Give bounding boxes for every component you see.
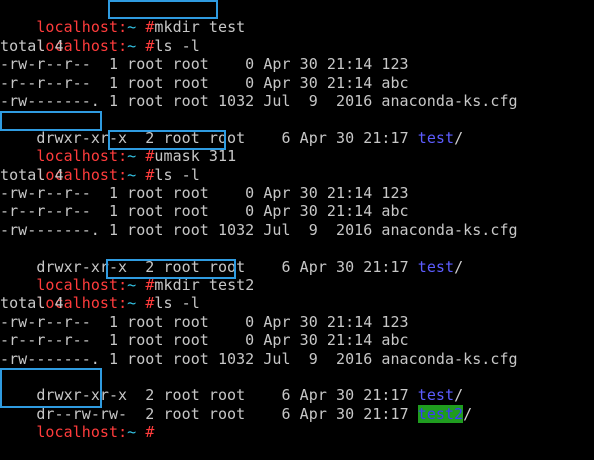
highlight-box [0, 368, 102, 408]
output-line: total 4 [0, 165, 64, 184]
prompt-separator: : [118, 165, 128, 184]
command-text: ls -l [154, 294, 200, 313]
prompt-separator: : [118, 294, 128, 313]
highlight-box [106, 259, 236, 279]
highlight-box [108, 0, 218, 19]
prompt-path: ~ [127, 165, 137, 184]
prompt-symbol: # [136, 36, 155, 55]
prompt-path: ~ [127, 294, 137, 313]
output-line: -rw-r--r-- 1 root root 0 Apr 30 21:14 12… [0, 312, 409, 331]
output-line: -rw-r--r-- 1 root root 0 Apr 30 21:14 12… [0, 184, 409, 202]
output-line: total 4 [0, 294, 64, 313]
listing-details: 2 root root 6 Apr 30 21:17 [127, 404, 418, 423]
output-line: -rw-------. 1 root root 1032 Jul 9 2016 … [0, 92, 518, 110]
command-text: ls -l [154, 165, 200, 184]
directory-slash: / [454, 257, 464, 276]
terminal-window[interactable]: localhost:~ #mkdir test localhost:~ #ls … [0, 0, 594, 441]
prompt-separator: : [118, 36, 128, 55]
prompt-separator: : [118, 423, 128, 442]
directory-slash: / [454, 128, 464, 147]
output-line: total 4 [0, 36, 64, 55]
prompt-symbol: # [136, 423, 155, 442]
highlight-box [0, 111, 102, 131]
output-line: -rw-------. 1 root root 1032 Jul 9 2016 … [0, 220, 518, 239]
directory-name: test2 [417, 404, 464, 423]
output-line: -r--r--r-- 1 root root 0 Apr 30 21:14 ab… [0, 331, 409, 350]
output-line: -r--r--r-- 1 root root 0 Apr 30 21:14 ab… [0, 73, 409, 92]
output-line: -rw-------. 1 root root 1032 Jul 9 2016 … [0, 349, 518, 368]
directory-name: test [417, 128, 455, 147]
prompt-symbol: # [136, 294, 155, 313]
directory-slash: / [463, 404, 473, 423]
highlight-box [108, 130, 226, 150]
directory-name: test [417, 257, 455, 276]
command-text: ls -l [154, 36, 200, 55]
output-line: -r--r--r-- 1 root root 0 Apr 30 21:14 ab… [0, 202, 409, 221]
output-line: -rw-r--r-- 1 root root 0 Apr 30 21:14 12… [0, 55, 409, 74]
output-line: drwxr-xr-x 2 root root 6 Apr 30 21:17 te… [0, 239, 463, 276]
prompt-path: ~ [127, 423, 137, 442]
prompt-host: localhost [36, 423, 119, 442]
prompt-path: ~ [127, 36, 137, 55]
prompt-line: localhost:~ #ls -l [0, 18, 200, 55]
prompt-symbol: # [136, 165, 155, 184]
